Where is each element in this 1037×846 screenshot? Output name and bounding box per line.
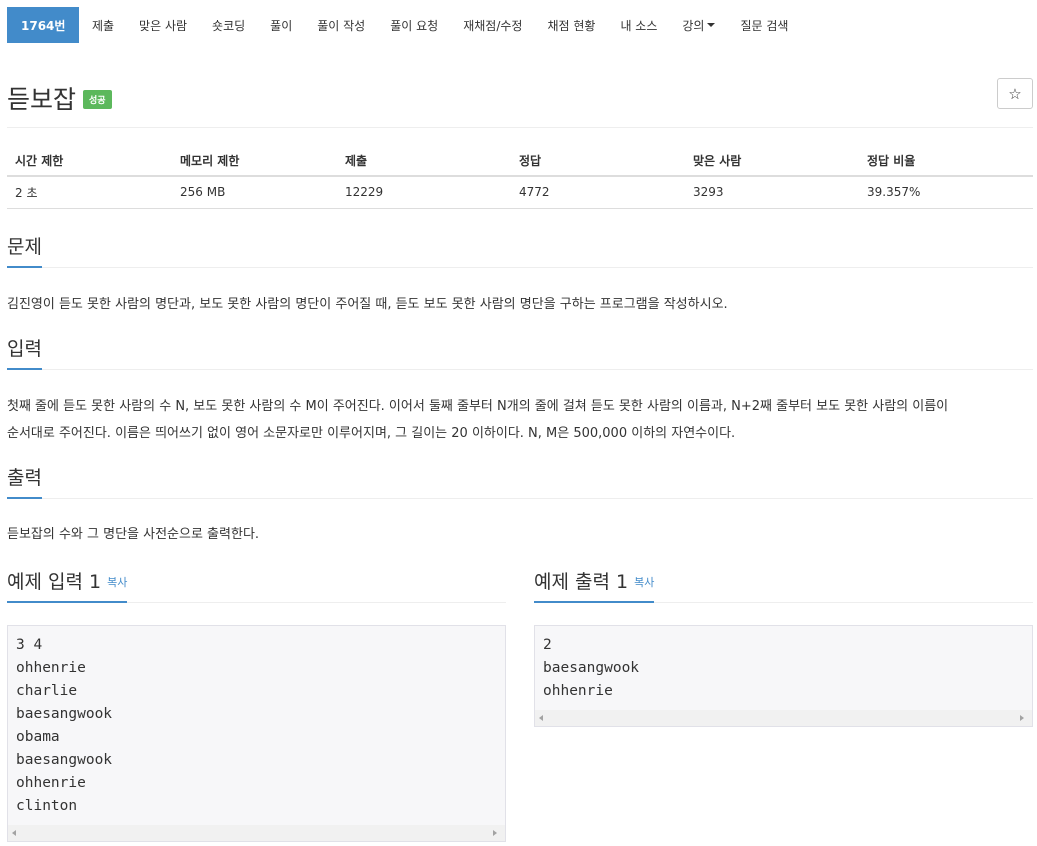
- sample-output-scrollbar[interactable]: [535, 710, 1032, 726]
- input-description: 첫째 줄에 듣도 못한 사람의 수 N, 보도 못한 사람의 수 M이 주어진다…: [7, 393, 1033, 447]
- sample-output-header: 예제 출력 1 복사: [534, 569, 1033, 603]
- nav-solutions[interactable]: 풀이: [258, 7, 305, 43]
- title-divider: [7, 127, 1033, 128]
- problem-section-title: 문제: [7, 234, 42, 268]
- submissions-value: 12229: [337, 176, 511, 209]
- input-text-line-2: 순서대로 주어진다. 이름은 띄어쓰기 없이 영어 소문자로만 이루어지며, 그…: [7, 426, 736, 441]
- nav-submit[interactable]: 제출: [79, 7, 126, 43]
- problem-title: 듣보잡: [7, 85, 77, 114]
- sample-output-lines: 2 baesangwook ohhenrie: [543, 634, 1024, 703]
- sample-output-box[interactable]: 2 baesangwook ohhenrie: [534, 625, 1033, 727]
- nav-question-search[interactable]: 질문 검색: [728, 7, 801, 43]
- problem-info-table: 시간 제한 메모리 제한 제출 정답 맞은 사람 정답 비율 2 초 256 M…: [7, 146, 1033, 209]
- sample-input-line: obama: [16, 729, 60, 745]
- nav-request-solution[interactable]: 풀이 요청: [378, 7, 451, 43]
- sample-input-title-wrap: 예제 입력 1 복사: [7, 569, 128, 603]
- sample-input-lines: 3 4 ohhenrie charlie baesangwook obama baesan…: [16, 634, 497, 818]
- accepted-header: 정답: [511, 146, 685, 177]
- favorite-star-button[interactable]: ☆: [997, 78, 1033, 109]
- scroll-right-icon[interactable]: [493, 830, 497, 836]
- nav-rejudge[interactable]: 재채점/수정: [451, 7, 535, 43]
- info-header-row: 시간 제한 메모리 제한 제출 정답 맞은 사람 정답 비율: [7, 146, 1033, 177]
- caret-down-icon: [707, 23, 716, 27]
- output-section-header: 출력: [7, 465, 1033, 499]
- sample-output-line: 2: [543, 637, 552, 653]
- ratio-value: 39.357%: [859, 176, 1033, 209]
- submissions-header: 제출: [337, 146, 511, 177]
- solvers-header: 맞은 사람: [685, 146, 859, 177]
- scroll-right-icon[interactable]: [1020, 715, 1024, 721]
- sample-input-line: baesangwook: [16, 752, 113, 768]
- problem-nav: 1764번 제출 맞은 사람 숏코딩 풀이 풀이 작성 풀이 요청 재채점/수정…: [7, 7, 801, 43]
- output-text: 듣보잡의 수와 그 명단을 사전순으로 출력한다.: [7, 527, 260, 542]
- nav-lectures-label: 강의: [682, 18, 705, 33]
- sample-input-box[interactable]: 3 4 ohhenrie charlie baesangwook obama baesan…: [7, 625, 506, 842]
- sample-input-header: 예제 입력 1 복사: [7, 569, 506, 603]
- input-section-header: 입력: [7, 336, 1033, 370]
- accepted-value: 4772: [511, 176, 685, 209]
- nav-my-source[interactable]: 내 소스: [608, 7, 670, 43]
- sample-input-scrollbar[interactable]: [8, 825, 505, 841]
- nav-problem-number[interactable]: 1764번: [7, 7, 80, 43]
- problem-text: 김진영이 듣도 못한 사람의 명단과, 보도 못한 사람의 명단이 주어질 때,…: [7, 297, 728, 312]
- time-limit-value: 2 초: [7, 176, 172, 209]
- sample-input-line: charlie: [16, 683, 78, 699]
- sample-output-line: baesangwook: [543, 660, 640, 676]
- sample-output-line: ohhenrie: [543, 683, 613, 699]
- star-icon: ☆: [1008, 84, 1022, 103]
- info-value-row: 2 초 256 MB 12229 4772 3293 39.357%: [7, 176, 1033, 209]
- problem-title-row: 듣보잡 성공 ☆: [7, 78, 1033, 118]
- copy-sample-input-link[interactable]: 복사: [107, 576, 127, 589]
- input-section-title: 입력: [7, 336, 42, 370]
- problem-description: 김진영이 듣도 못한 사람의 명단과, 보도 못한 사람의 명단이 주어질 때,…: [7, 291, 1033, 318]
- output-section-title: 출력: [7, 465, 42, 499]
- input-text-line-1: 첫째 줄에 듣도 못한 사람의 수 N, 보도 못한 사람의 수 M이 주어진다…: [7, 399, 949, 414]
- nav-status[interactable]: 채점 현황: [535, 7, 608, 43]
- sample-input-title: 예제 입력 1: [7, 571, 102, 593]
- ratio-header: 정답 비율: [859, 146, 1033, 177]
- status-badge: 성공: [83, 90, 112, 109]
- sample-output-title: 예제 출력 1: [534, 571, 629, 593]
- nav-lectures-dropdown[interactable]: 강의: [670, 7, 728, 43]
- problem-section-header: 문제: [7, 234, 1033, 268]
- solvers-value: 3293: [685, 176, 859, 209]
- nav-write-solution[interactable]: 풀이 작성: [305, 7, 378, 43]
- memory-limit-value: 256 MB: [172, 176, 337, 209]
- nav-accepted-users[interactable]: 맞은 사람: [127, 7, 200, 43]
- sample-input-line: ohhenrie: [16, 660, 86, 676]
- time-limit-header: 시간 제한: [7, 146, 172, 177]
- sample-input-line: 3 4: [16, 637, 43, 653]
- sample-input-line: clinton: [16, 798, 78, 814]
- scroll-left-icon[interactable]: [539, 715, 543, 721]
- sample-output-title-wrap: 예제 출력 1 복사: [534, 569, 655, 603]
- nav-short-coding[interactable]: 숏코딩: [200, 7, 258, 43]
- output-description: 듣보잡의 수와 그 명단을 사전순으로 출력한다.: [7, 521, 1033, 548]
- memory-limit-header: 메모리 제한: [172, 146, 337, 177]
- sample-input-line: baesangwook: [16, 706, 113, 722]
- scroll-left-icon[interactable]: [12, 830, 16, 836]
- copy-sample-output-link[interactable]: 복사: [634, 576, 654, 589]
- sample-input-line: ohhenrie: [16, 775, 86, 791]
